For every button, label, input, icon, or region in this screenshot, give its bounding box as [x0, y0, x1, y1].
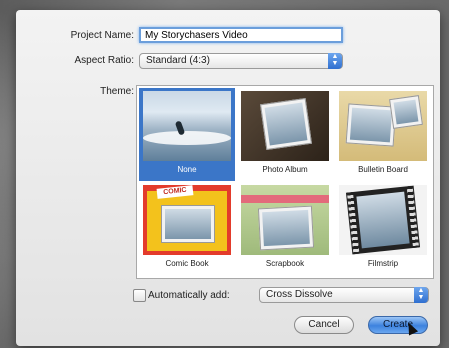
theme-comic-book-thumbnail: COMIC: [143, 185, 231, 255]
theme-caption: Scrapbook: [265, 259, 305, 268]
project-name-input[interactable]: [139, 27, 343, 43]
aspect-ratio-value: Standard (4:3): [146, 55, 210, 66]
automatically-add-checkbox[interactable]: [133, 289, 146, 302]
theme-grid: None Photo Album Bulletin Board COMIC Co…: [136, 85, 434, 279]
theme-bulletin-board[interactable]: Bulletin Board: [335, 88, 431, 181]
new-project-sheet: Project Name: Aspect Ratio: Standard (4:…: [16, 10, 440, 346]
transition-value: Cross Dissolve: [266, 289, 333, 300]
cancel-button[interactable]: Cancel: [294, 316, 354, 334]
theme-label: Theme:: [100, 86, 134, 97]
theme-caption: None: [177, 165, 197, 174]
theme-scrapbook[interactable]: Scrapbook: [237, 182, 333, 275]
create-button[interactable]: Create: [368, 316, 428, 334]
automatically-add-label: Automatically add:: [148, 290, 230, 301]
popup-arrows-icon: ▲ ▼: [328, 53, 342, 69]
theme-scrapbook-thumbnail: [241, 185, 329, 255]
popup-arrows-icon: ▲ ▼: [414, 287, 428, 303]
theme-filmstrip[interactable]: Filmstrip: [335, 182, 431, 275]
project-name-label: Project Name:: [70, 30, 134, 41]
aspect-ratio-select[interactable]: Standard (4:3) ▲ ▼: [139, 53, 343, 69]
theme-photo-album-thumbnail: [241, 91, 329, 161]
theme-none[interactable]: None: [139, 88, 235, 181]
theme-caption: Comic Book: [165, 259, 209, 268]
theme-bulletin-board-thumbnail: [339, 91, 427, 161]
theme-photo-album[interactable]: Photo Album: [237, 88, 333, 181]
aspect-ratio-label: Aspect Ratio:: [74, 55, 134, 66]
theme-comic-book[interactable]: COMIC Comic Book: [139, 182, 235, 275]
theme-filmstrip-thumbnail: [339, 185, 427, 255]
theme-none-thumbnail: [143, 91, 231, 161]
theme-caption: Bulletin Board: [358, 165, 408, 174]
theme-caption: Photo Album: [262, 165, 308, 174]
theme-caption: Filmstrip: [367, 259, 399, 268]
transition-select[interactable]: Cross Dissolve ▲ ▼: [259, 287, 429, 303]
